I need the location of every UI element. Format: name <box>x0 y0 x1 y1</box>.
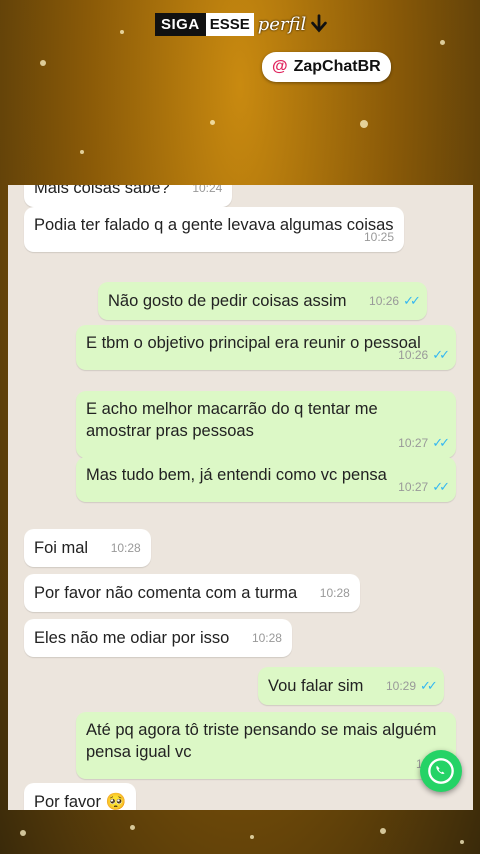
message-bubble-outgoing: Não gosto de pedir coisas assim 10:26 ✓✓ <box>98 282 427 320</box>
chat-screenshot: Mais coisas sabe? 10:24 Podia ter falado… <box>8 185 473 810</box>
message-time: 10:25 <box>363 230 394 244</box>
handle-name: ZapChatBR <box>293 58 381 75</box>
message-time: 10:28 <box>319 586 350 600</box>
message-text: E tbm o objetivo principal era reunir o … <box>86 334 421 352</box>
message-text: Foi mal <box>34 539 89 557</box>
double-check-icon: ✓✓ <box>432 479 450 494</box>
message-bubble-outgoing: Mas tudo bem, já entendi como vc pensa 1… <box>76 457 456 502</box>
message-time: 10:28 <box>251 631 282 645</box>
arrow-down-icon <box>311 14 328 33</box>
double-check-icon: ✓✓ <box>432 435 450 450</box>
double-check-icon: ✓✓ <box>420 678 438 693</box>
double-check-icon: ✓✓ <box>403 293 421 308</box>
message-text: E acho melhor macarrão do q tentar me am… <box>86 400 378 440</box>
message-text: Não gosto de pedir coisas assim <box>108 292 347 310</box>
message-bubble-outgoing: E tbm o objetivo principal era reunir o … <box>76 325 456 370</box>
message-time: 10:24 <box>192 185 223 195</box>
esse-label: ESSE <box>205 12 254 36</box>
message-time: 10:28 <box>110 541 141 555</box>
message-bubble-incoming: Por favor não comenta com a turma 10:28 <box>24 574 360 612</box>
at-symbol: @ <box>272 58 288 75</box>
perfil-label: perfil <box>257 13 307 35</box>
follow-profile-banner: SIGA ESSE perfil <box>155 8 330 40</box>
phone-icon <box>428 758 454 784</box>
message-text: Mais coisas sabe? <box>34 185 170 197</box>
message-bubble-incoming: Foi mal 10:28 <box>24 529 151 567</box>
message-text: Mas tudo bem, já entendi como vc pensa <box>86 466 387 484</box>
double-check-icon: ✓✓ <box>432 347 450 362</box>
message-bubble-incoming: Por favor 🥺 <box>24 783 137 810</box>
message-bubble-incoming: Podia ter falado q a gente levava alguma… <box>24 207 404 252</box>
message-text: Por favor não comenta com a turma <box>34 584 298 602</box>
message-bubble-outgoing: Até pq agora tô triste pensando se mais … <box>76 712 456 779</box>
siga-label: SIGA <box>155 12 206 36</box>
message-bubble-incoming: Mais coisas sabe? 10:24 <box>24 185 233 207</box>
message-time: 10:26 ✓✓ <box>398 344 450 366</box>
message-text: Por favor 🥺 <box>34 793 127 810</box>
message-text: Podia ter falado q a gente levava alguma… <box>34 216 394 234</box>
profile-handle-badge[interactable]: @ ZapChatBR <box>262 52 391 82</box>
message-bubble-incoming: Eles não me odiar por isso 10:28 <box>24 619 292 657</box>
message-time: 10:27 ✓✓ <box>398 476 450 498</box>
message-time: 10:27 ✓✓ <box>398 432 450 454</box>
message-bubble-outgoing: E acho melhor macarrão do q tentar me am… <box>76 391 456 458</box>
message-time: 10:29 ✓✓ <box>386 675 438 697</box>
message-bubble-outgoing: Vou falar sim 10:29 ✓✓ <box>258 667 444 705</box>
message-text: Até pq agora tô triste pensando se mais … <box>86 721 437 761</box>
message-text: Vou falar sim <box>268 677 364 695</box>
message-text: Eles não me odiar por isso <box>34 629 230 647</box>
whatsapp-icon[interactable] <box>420 750 462 792</box>
message-time: 10:26 ✓✓ <box>369 290 421 312</box>
